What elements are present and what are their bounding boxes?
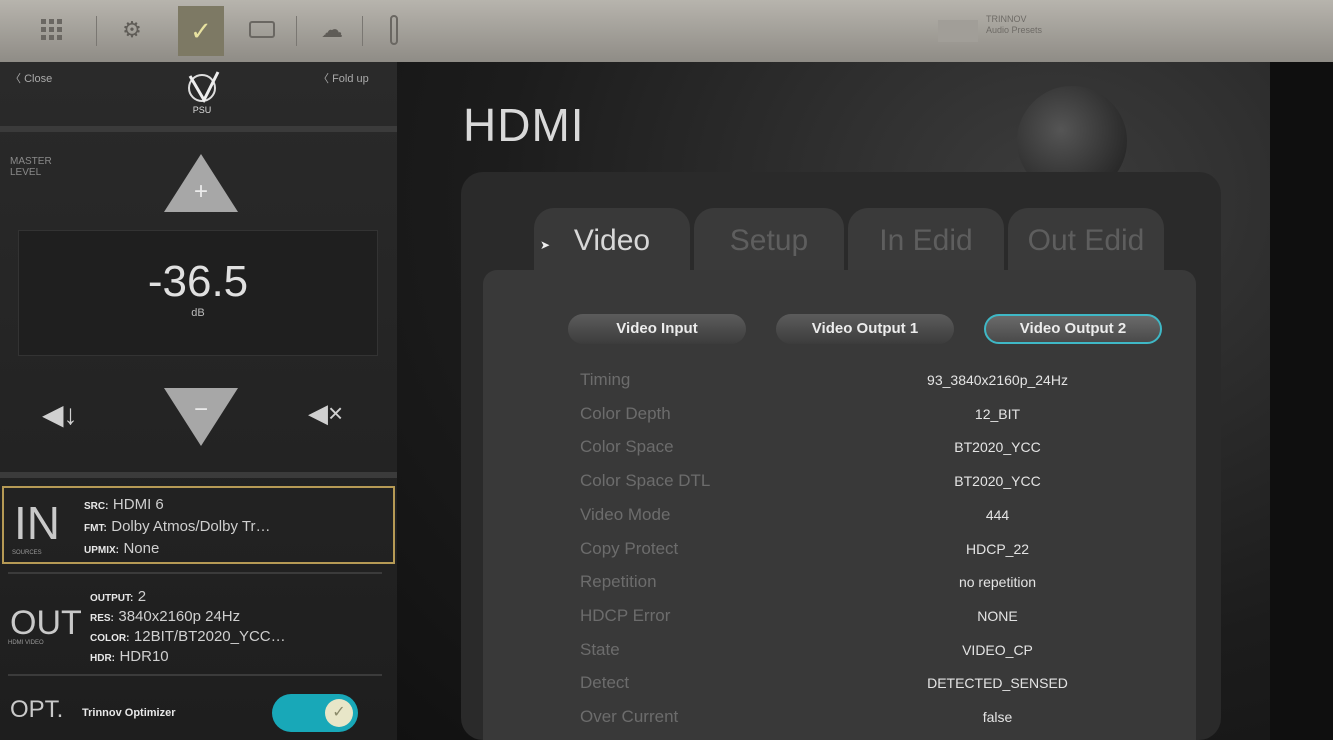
- property-value: BT2020_YCC: [954, 473, 1041, 489]
- out-sub-label: HDMI VIDEO: [8, 640, 44, 646]
- chevron-left-icon: 〈: [10, 73, 21, 85]
- divider: [8, 572, 382, 574]
- level-unit: dB: [191, 307, 205, 319]
- color-value: 12BIT/BT2020_YCC…: [133, 628, 286, 645]
- res-label: RES:: [90, 613, 114, 624]
- property-value: 93_3840x2160p_24Hz: [927, 372, 1068, 388]
- fmt-value: Dolby Atmos/Dolby Tr…: [111, 518, 271, 535]
- divider: [0, 472, 397, 478]
- property-name: Over Current: [580, 707, 679, 726]
- page-title: HDMI: [463, 99, 585, 151]
- in-sub-label: SOURCES: [12, 550, 42, 556]
- video-output-1-button[interactable]: Video Output 1: [776, 314, 954, 344]
- brand-text: TRINNOV Audio Presets: [986, 14, 1042, 36]
- property-name: Copy Protect: [580, 539, 679, 558]
- res-row: RES: 3840x2160p 24Hz: [90, 608, 240, 626]
- property-name: Timing: [580, 370, 631, 389]
- fmt-label: FMT:: [84, 523, 107, 534]
- tab-setup[interactable]: Setup: [694, 208, 844, 274]
- property-value: VIDEO_CP: [962, 642, 1033, 658]
- property-value: false: [982, 709, 1013, 725]
- close-label: Close: [24, 73, 53, 85]
- cursor-icon: ➤: [540, 238, 551, 252]
- property-name: Color Depth: [580, 404, 671, 423]
- brand-line-1: TRINNOV: [986, 14, 1027, 24]
- toolbar-divider: [96, 16, 97, 46]
- master-level-label: MASTER LEVEL: [10, 156, 52, 178]
- src-label: SRC:: [84, 501, 109, 512]
- video-output-2-button[interactable]: Video Output 2: [984, 314, 1162, 344]
- video-input-button[interactable]: Video Input: [568, 314, 746, 344]
- tab-video[interactable]: Video: [534, 208, 690, 274]
- check-icon: ✓: [325, 699, 353, 727]
- plus-icon: +: [193, 178, 208, 205]
- output-row: OUTPUT: 2: [90, 588, 146, 606]
- toolbar-divider: [362, 16, 363, 46]
- property-value: NONE: [977, 608, 1018, 624]
- upmix-label: UPMIX:: [84, 545, 119, 556]
- opt-label: OPT.: [10, 696, 64, 723]
- brand-line-2: Audio Presets: [986, 25, 1043, 35]
- property-name: HDCP Error: [580, 606, 671, 625]
- close-button[interactable]: 〈 Close: [10, 70, 52, 86]
- settings-icon[interactable]: ⚙: [112, 10, 152, 50]
- color-label: COLOR:: [90, 633, 130, 644]
- tab-out-edid[interactable]: Out Edid: [1008, 208, 1164, 274]
- property-value: DETECTED_SENSED: [927, 675, 1068, 691]
- fold-up-label: Fold up: [332, 73, 369, 85]
- mute-icon[interactable]: ◀×: [308, 398, 343, 429]
- color-row: COLOR: 12BIT/BT2020_YCC…: [90, 628, 286, 646]
- property-name: Detect: [580, 673, 630, 692]
- output-value: 2: [137, 588, 147, 605]
- level-display: -36.5 dB: [18, 230, 378, 356]
- divider: [0, 126, 397, 132]
- src-row: SRC: HDMI 6: [84, 496, 164, 514]
- output-box[interactable]: OUT HDMI VIDEO OUTPUT: 2 RES: 3840x2160p…: [2, 582, 395, 672]
- logo-text: PSU: [192, 105, 212, 115]
- property-name: Video Mode: [580, 505, 671, 524]
- divider: [8, 674, 382, 676]
- display-icon[interactable]: [242, 10, 282, 50]
- volume-down-step-icon[interactable]: ◀↓: [42, 398, 78, 431]
- cloud-icon[interactable]: ☁: [312, 10, 352, 50]
- upmix-value: None: [123, 540, 160, 557]
- toolbar-divider: [296, 16, 297, 46]
- res-value: 3840x2160p 24Hz: [118, 608, 241, 625]
- src-value: HDMI 6: [112, 496, 164, 513]
- fmt-row: FMT: Dolby Atmos/Dolby Tr…: [84, 518, 270, 536]
- property-value: BT2020_YCC: [954, 439, 1041, 455]
- in-label: IN: [14, 497, 60, 549]
- input-source-box[interactable]: IN SOURCES SRC: HDMI 6 FMT: Dolby Atmos/…: [2, 486, 395, 564]
- remote-icon[interactable]: [382, 10, 406, 50]
- upmix-row: UPMIX: None: [84, 540, 159, 558]
- hdr-value: HDR10: [119, 648, 169, 665]
- app-logo: PSU: [172, 70, 232, 118]
- property-name: Repetition: [580, 572, 657, 591]
- tab-in-edid[interactable]: In Edid: [848, 208, 1004, 274]
- hdr-label: HDR:: [90, 653, 115, 664]
- property-value: 444: [985, 507, 1010, 523]
- property-value: HDCP_22: [965, 541, 1030, 557]
- check-icon[interactable]: ✓: [178, 6, 224, 56]
- chevron-left-icon: 〈: [318, 73, 329, 85]
- property-name: State: [580, 640, 620, 659]
- output-label: OUTPUT:: [90, 593, 134, 604]
- property-value: 12_BIT: [974, 406, 1021, 422]
- hdr-row: HDR: HDR10: [90, 648, 169, 666]
- left-panel: 〈 Close PSU 〈 Fold up MASTER LEVEL + -36…: [0, 62, 397, 740]
- property-value: no repetition: [958, 574, 1037, 590]
- out-label: OUT: [10, 604, 82, 642]
- fold-up-button[interactable]: 〈 Fold up: [318, 70, 369, 86]
- brand-logo: [938, 20, 978, 42]
- property-name: Color Space DTL: [580, 471, 711, 490]
- optimizer-label: Trinnov Optimizer: [82, 707, 176, 719]
- top-toolbar: ⚙ ✓ ☁ TRINNOV Audio Presets: [0, 0, 1333, 62]
- property-name: Color Space: [580, 437, 674, 456]
- optimizer-toggle[interactable]: ✓: [272, 694, 358, 732]
- minus-icon: −: [193, 396, 208, 423]
- level-value: -36.5: [147, 257, 249, 306]
- right-edge: [1270, 62, 1333, 740]
- grid-icon[interactable]: [32, 10, 72, 50]
